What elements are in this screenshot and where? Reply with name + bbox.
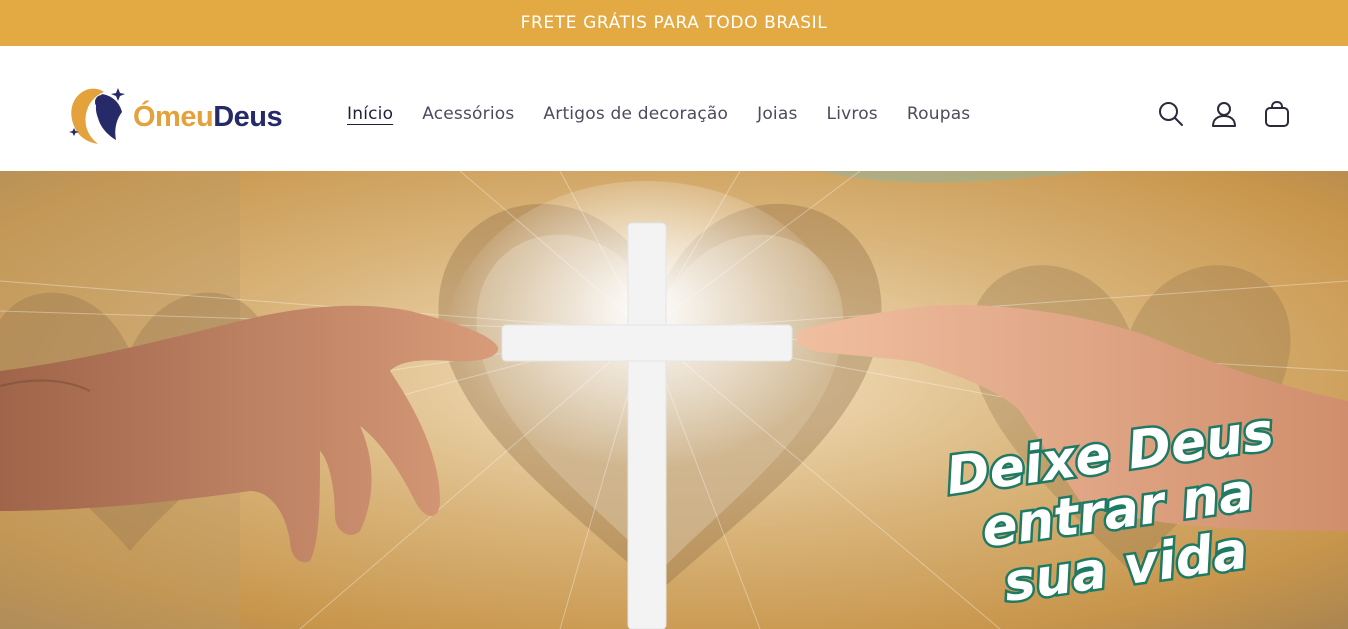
cart-button[interactable] xyxy=(1263,100,1291,128)
site-header: ÓmeuDeus Início Acessórios Artigos de de… xyxy=(0,46,1348,171)
account-button[interactable] xyxy=(1210,100,1238,128)
announcement-text: FRETE GRÁTIS PARA TODO BRASIL xyxy=(520,13,828,33)
announcement-bar: FRETE GRÁTIS PARA TODO BRASIL xyxy=(0,0,1348,46)
nav-item-inicio[interactable]: Início xyxy=(347,104,393,124)
account-icon xyxy=(1212,102,1236,127)
brand-name: ÓmeuDeus xyxy=(133,100,283,134)
brand-name-part2: Deus xyxy=(213,100,283,133)
brand-name-part1: Ómeu xyxy=(133,100,214,133)
nav-item-acessorios[interactable]: Acessórios xyxy=(422,104,514,124)
search-icon xyxy=(1159,102,1183,126)
main-nav: Início Acessórios Artigos de decoração J… xyxy=(347,104,999,124)
brand-logo[interactable]: ÓmeuDeus xyxy=(66,82,283,146)
nav-item-roupas[interactable]: Roupas xyxy=(907,104,971,124)
hero-image: Deixe Deus entrar na sua vida xyxy=(0,171,1348,629)
nav-item-livros[interactable]: Livros xyxy=(827,104,878,124)
search-button[interactable] xyxy=(1157,100,1185,128)
hero-banner[interactable]: Deixe Deus entrar na sua vida xyxy=(0,171,1348,629)
logo-figure-icon xyxy=(69,88,125,144)
nav-item-artigos-de-decoracao[interactable]: Artigos de decoração xyxy=(543,104,728,124)
cart-icon xyxy=(1265,100,1289,127)
nav-item-joias[interactable]: Joias xyxy=(757,104,797,124)
